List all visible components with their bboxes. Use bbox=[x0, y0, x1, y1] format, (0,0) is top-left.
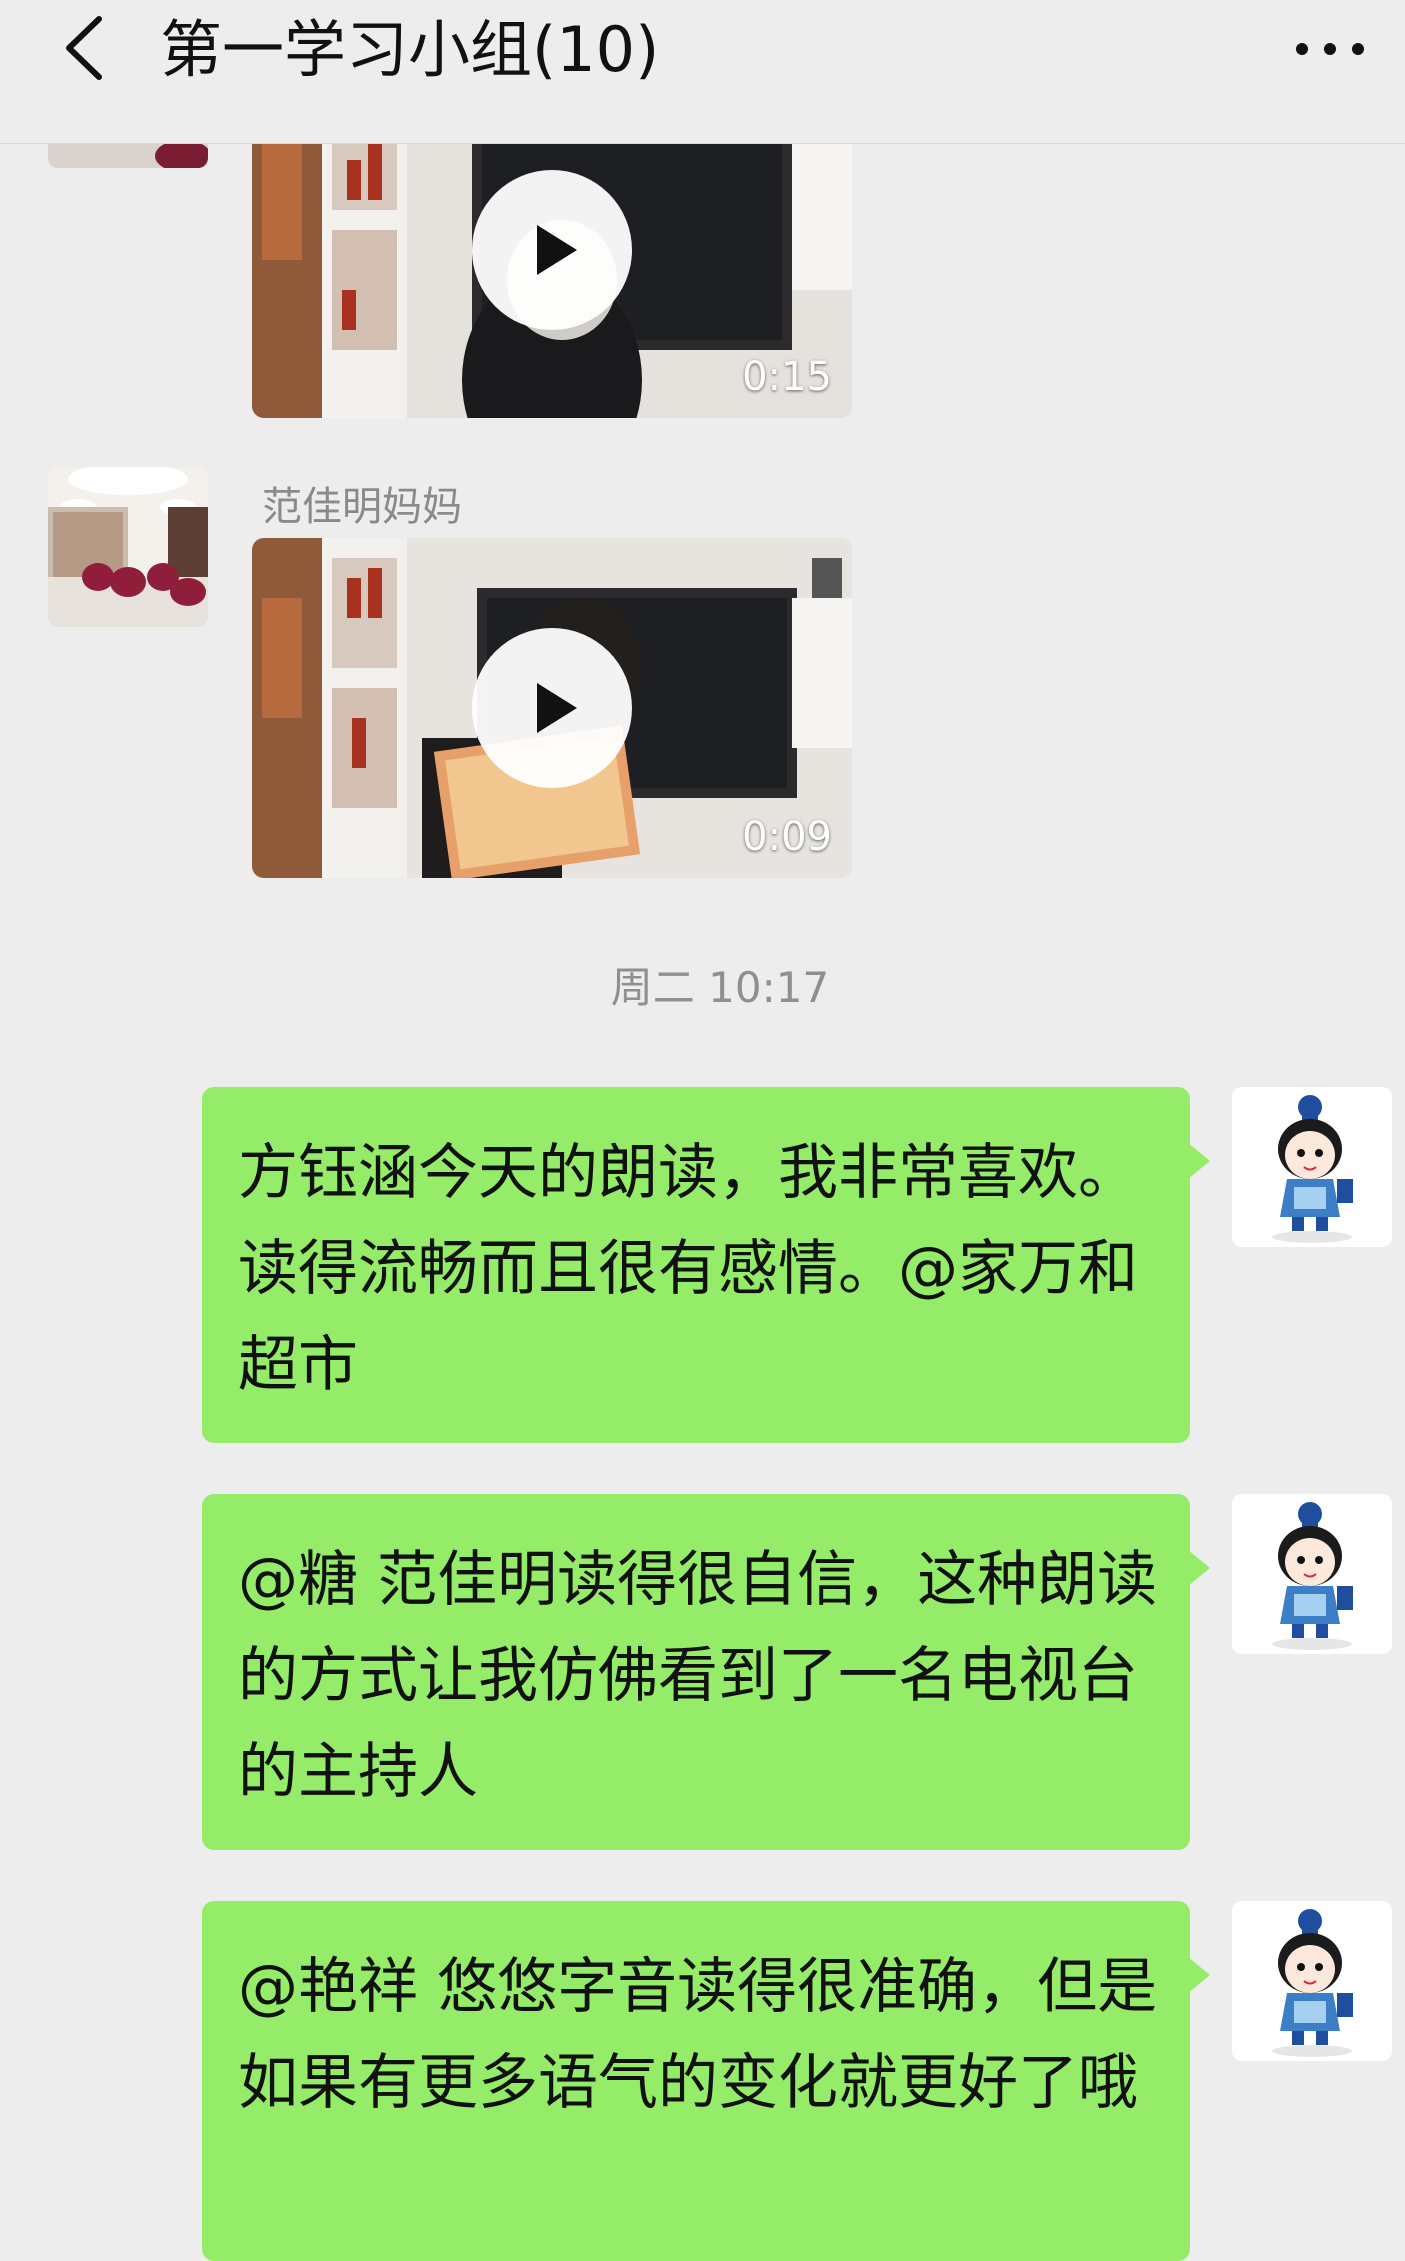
my-avatar[interactable] bbox=[1232, 1494, 1392, 1654]
message-text: @艳祥 悠悠字音读得很准确，但是如果有更多语气的变化就更好了哦 bbox=[238, 1952, 1158, 2118]
text-message-bubble[interactable]: 方钰涵今天的朗读，我非常喜欢。读得流畅而且很有感情。@家万和超市 bbox=[202, 1087, 1210, 1443]
video-duration: 0:15 bbox=[742, 354, 832, 400]
play-icon[interactable] bbox=[472, 628, 632, 788]
message-timestamp: 周二 10:17 bbox=[610, 963, 830, 1012]
sender-name: 范佳明妈妈 bbox=[262, 484, 462, 530]
page-title: 第一学习小组(10) bbox=[160, 13, 660, 86]
more-dots-icon bbox=[1295, 41, 1365, 60]
my-avatar[interactable] bbox=[1232, 1087, 1392, 1247]
my-avatar[interactable] bbox=[1232, 1901, 1392, 2061]
sender-avatar[interactable] bbox=[48, 467, 208, 627]
chat-header: 第一学习小组(10) bbox=[0, 0, 1405, 144]
message-text: @糖 范佳明读得很自信，这种朗读的方式让我仿佛看到了一名电视台的主持人 bbox=[238, 1545, 1158, 1807]
back-button[interactable] bbox=[48, 0, 118, 100]
more-button[interactable] bbox=[1285, 0, 1375, 100]
video-message[interactable]: 0:09 bbox=[252, 538, 852, 878]
video-duration: 0:09 bbox=[742, 814, 832, 860]
text-message-bubble[interactable]: @糖 范佳明读得很自信，这种朗读的方式让我仿佛看到了一名电视台的主持人 bbox=[202, 1494, 1210, 1850]
play-icon[interactable] bbox=[472, 170, 632, 330]
chat-area[interactable]: 0:15 范佳明妈妈 0:09 周二 10:17 方钰涵今天的朗读，我非常喜欢。… bbox=[0, 0, 1405, 2261]
message-text: 方钰涵今天的朗读，我非常喜欢。读得流畅而且很有感情。@家万和超市 bbox=[238, 1138, 1138, 1400]
text-message-bubble[interactable]: @艳祥 悠悠字音读得很准确，但是如果有更多语气的变化就更好了哦 bbox=[202, 1901, 1210, 2261]
chevron-left-icon bbox=[61, 13, 105, 87]
